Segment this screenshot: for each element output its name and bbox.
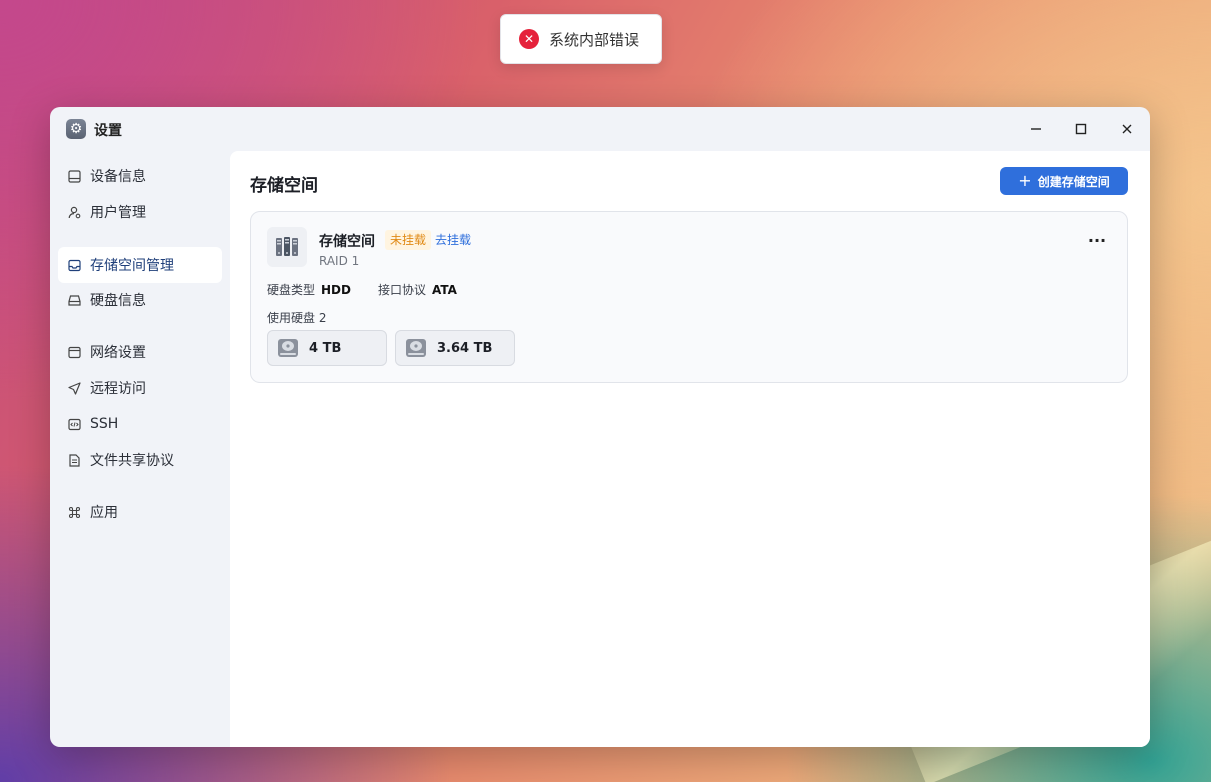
server-rack-icon: [267, 227, 307, 267]
maximize-icon: [1075, 123, 1087, 135]
sidebar-item-label: 存储空间管理: [90, 258, 174, 274]
disk-type-label: 硬盘类型: [267, 283, 316, 297]
sidebar-item-label: 远程访问: [90, 381, 146, 397]
sidebar-item-label: 设备信息: [90, 169, 146, 185]
main-content: 存储空间 + 创建存储空间 存储空间 未挂载 去挂载 RAID 1 ... 硬盘…: [230, 151, 1150, 747]
disk-chip[interactable]: 3.64 TB: [395, 330, 515, 366]
sidebar-item-label: 文件共享协议: [90, 453, 174, 469]
settings-window: ⚙ 设置 设备信息 用户管理 存储空间管理 硬盘信息 网络设置 远程访问 SSH…: [50, 107, 1150, 747]
sidebar-item-ssh[interactable]: SSH: [58, 406, 222, 442]
minimize-button[interactable]: [1024, 117, 1048, 141]
sidebar-item-label: 网络设置: [90, 345, 146, 361]
window-title: 设置: [94, 123, 122, 139]
sidebar-item-label: 用户管理: [90, 205, 146, 221]
error-circle-icon: ✕: [519, 29, 539, 49]
sidebar-item-label: SSH: [90, 416, 119, 432]
raid-level: RAID 1: [319, 254, 360, 268]
settings-gear-icon: ⚙: [66, 119, 86, 139]
hdd-icon: [278, 339, 298, 357]
plus-icon: +: [1018, 171, 1032, 190]
send-icon: [67, 381, 81, 395]
used-disks-label: 使用硬盘 2: [267, 311, 327, 325]
sidebar-item-device-info[interactable]: 设备信息: [58, 158, 222, 194]
disk-size: 3.64 TB: [437, 340, 493, 356]
sidebar-item-label: 应用: [90, 505, 118, 521]
storage-icon: [67, 258, 81, 272]
interface-label: 接口协议: [378, 283, 427, 297]
storage-card: 存储空间 未挂载 去挂载 RAID 1 ... 硬盘类型 HDD 接口协议 ATA …: [250, 211, 1128, 383]
file-icon: [67, 453, 81, 467]
toast-message: 系统内部错误: [549, 30, 640, 49]
sidebar-item-file-sharing[interactable]: 文件共享协议: [58, 442, 222, 478]
interface-protocol: 接口协议 ATA: [378, 281, 457, 298]
more-options-button[interactable]: ...: [1087, 229, 1107, 252]
sidebar-item-remote-access[interactable]: 远程访问: [58, 370, 222, 406]
sidebar-item-storage-management[interactable]: 存储空间管理: [58, 247, 222, 283]
error-toast: ✕ 系统内部错误: [500, 14, 662, 64]
sidebar-item-user-management[interactable]: 用户管理: [58, 194, 222, 230]
close-button[interactable]: [1115, 117, 1139, 141]
sidebar-item-apps[interactable]: 应用: [58, 494, 222, 530]
storage-name: 存储空间: [319, 234, 375, 250]
minimize-icon: [1031, 128, 1041, 130]
status-badge: 未挂载: [385, 230, 432, 250]
device-icon: [67, 169, 81, 183]
hard-drive-icon: [67, 293, 81, 307]
title-bar: ⚙ 设置: [50, 107, 1150, 151]
disk-size: 4 TB: [309, 340, 342, 356]
close-icon: [1122, 124, 1132, 134]
sidebar: 设备信息 用户管理 存储空间管理 硬盘信息 网络设置 远程访问 SSH 文件共享…: [50, 151, 230, 747]
code-icon: [67, 417, 81, 431]
create-storage-label: 创建存储空间: [1037, 174, 1110, 189]
user-icon: [67, 205, 81, 219]
mount-link[interactable]: 去挂载: [435, 231, 471, 249]
page-title: 存储空间: [250, 176, 318, 196]
network-icon: [67, 345, 81, 359]
maximize-button[interactable]: [1069, 117, 1093, 141]
sidebar-item-network-settings[interactable]: 网络设置: [58, 334, 222, 370]
command-icon: [67, 505, 81, 519]
sidebar-item-disk-info[interactable]: 硬盘信息: [58, 282, 222, 318]
disk-type-value: HDD: [321, 283, 351, 297]
interface-value: ATA: [432, 283, 457, 297]
hdd-icon: [406, 339, 426, 357]
disk-type: 硬盘类型 HDD: [267, 281, 351, 298]
create-storage-button[interactable]: + 创建存储空间: [1000, 167, 1128, 195]
disk-chip[interactable]: 4 TB: [267, 330, 387, 366]
sidebar-item-label: 硬盘信息: [90, 293, 146, 309]
